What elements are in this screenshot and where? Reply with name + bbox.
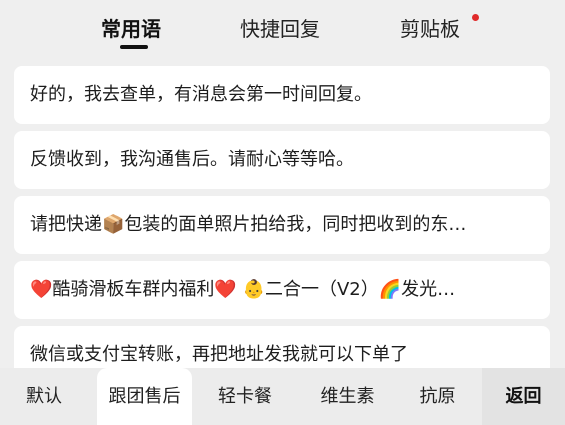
back-button[interactable]: 返回 [482, 368, 565, 425]
top-tab-bar: 常用语 快捷回复 剪贴板 [0, 0, 565, 58]
category-bar: 默认 跟团售后 轻卡餐 维生素 抗原 返回 [0, 368, 565, 425]
category-tab-group-aftersales[interactable]: 跟团售后 [97, 368, 192, 425]
tab-quick-reply[interactable]: 快捷回复 [240, 14, 320, 44]
category-tab-default[interactable]: 默认 [0, 368, 88, 425]
phrase-item[interactable]: ❤️酷骑滑板车群内福利❤️ 👶二合一（V2）🌈发光… [14, 261, 550, 319]
phrase-item[interactable]: 好的，我去查单，有消息会第一时间回复。 [14, 66, 550, 124]
clipboard-badge-dot [472, 14, 479, 21]
tab-clipboard[interactable]: 剪贴板 [400, 14, 460, 44]
phrase-item[interactable]: 反馈收到，我沟通售后。请耐心等等哈。 [14, 131, 550, 189]
category-tab-antigen[interactable]: 抗原 [400, 368, 475, 425]
phrase-item[interactable]: 微信或支付宝转账，再把地址发我就可以下单了 [14, 326, 550, 368]
phrase-list[interactable]: 好的，我去查单，有消息会第一时间回复。 反馈收到，我沟通售后。请耐心等等哈。 请… [0, 58, 565, 368]
active-tab-indicator [120, 45, 148, 49]
category-tab-vitamins[interactable]: 维生素 [300, 368, 395, 425]
phrase-item[interactable]: 请把快递📦包装的面单照片拍给我，同时把收到的东… [14, 196, 550, 254]
tab-common-phrases[interactable]: 常用语 [101, 14, 161, 44]
category-tab-light-meal[interactable]: 轻卡餐 [200, 368, 290, 425]
